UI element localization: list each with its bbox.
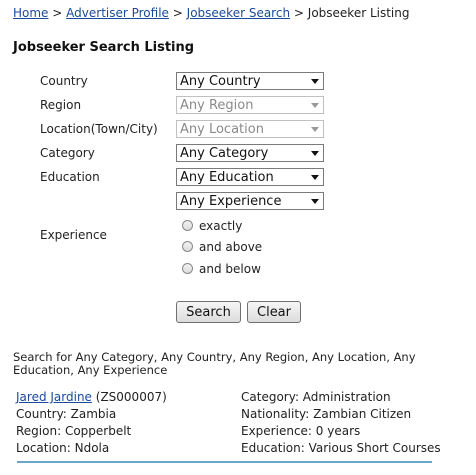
experience-select-value: Any Experience bbox=[180, 194, 282, 209]
experience-exactly-radio[interactable] bbox=[182, 220, 193, 231]
experience-and-below-label: and below bbox=[199, 262, 261, 276]
experience-and-below-radio[interactable] bbox=[182, 263, 193, 274]
breadcrumb-home-link[interactable]: Home bbox=[13, 6, 48, 20]
category-select[interactable]: Any Category bbox=[176, 144, 324, 162]
category-select-value: Any Category bbox=[180, 146, 269, 161]
category-label: Category bbox=[40, 146, 95, 160]
region-select: Any Region bbox=[176, 96, 324, 114]
result-nationality: Nationality: Zambian Citizen bbox=[241, 407, 412, 421]
experience-exactly-label: exactly bbox=[199, 219, 243, 233]
page-title: Jobseeker Search Listing bbox=[13, 40, 195, 55]
breadcrumb: Home > Advertiser Profile > Jobseeker Se… bbox=[13, 6, 409, 20]
result-experience: Experience: 0 years bbox=[241, 424, 361, 438]
education-select-value: Any Education bbox=[180, 170, 274, 185]
chevron-down-icon bbox=[311, 199, 319, 204]
experience-label: Experience bbox=[40, 228, 107, 242]
breadcrumb-jobseeker-search-link[interactable]: Jobseeker Search bbox=[187, 6, 290, 20]
education-label: Education bbox=[40, 170, 100, 184]
result-category: Category: Administration bbox=[241, 390, 391, 404]
chevron-down-icon bbox=[311, 127, 319, 132]
location-select: Any Location bbox=[176, 120, 324, 138]
education-select[interactable]: Any Education bbox=[176, 168, 324, 186]
chevron-down-icon bbox=[311, 79, 319, 84]
chevron-down-icon bbox=[311, 151, 319, 156]
breadcrumb-advertiser-profile-link[interactable]: Advertiser Profile bbox=[66, 6, 169, 20]
search-button[interactable]: Search bbox=[176, 301, 241, 323]
breadcrumb-separator: > bbox=[293, 6, 304, 20]
result-region: Region: Copperbelt bbox=[16, 424, 132, 438]
location-label: Location(Town/City) bbox=[40, 122, 158, 136]
experience-and-above-label: and above bbox=[199, 240, 263, 254]
chevron-down-icon bbox=[311, 103, 319, 108]
clear-button[interactable]: Clear bbox=[247, 301, 301, 323]
location-select-value: Any Location bbox=[180, 122, 264, 137]
country-select[interactable]: Any Country bbox=[176, 72, 324, 90]
breadcrumb-current: Jobseeker Listing bbox=[307, 6, 410, 20]
country-select-value: Any Country bbox=[180, 74, 261, 89]
result-country: Country: Zambia bbox=[16, 407, 117, 421]
country-label: Country bbox=[40, 74, 88, 88]
result-divider bbox=[17, 461, 432, 463]
result-education: Education: Various Short Courses bbox=[241, 441, 441, 455]
search-summary: Search for Any Category, Any Country, An… bbox=[13, 350, 416, 377]
result-name-link[interactable]: Jared Jardine bbox=[16, 390, 92, 404]
result-location: Location: Ndola bbox=[16, 441, 110, 455]
experience-and-above-radio[interactable] bbox=[182, 241, 193, 252]
result-name-line: Jared Jardine (ZS000007) bbox=[16, 390, 167, 404]
result-id: (ZS000007) bbox=[95, 390, 167, 404]
region-label: Region bbox=[40, 98, 82, 112]
breadcrumb-separator: > bbox=[172, 6, 183, 20]
breadcrumb-separator: > bbox=[52, 6, 63, 20]
chevron-down-icon bbox=[311, 175, 319, 180]
region-select-value: Any Region bbox=[180, 98, 254, 113]
experience-select[interactable]: Any Experience bbox=[176, 192, 324, 210]
